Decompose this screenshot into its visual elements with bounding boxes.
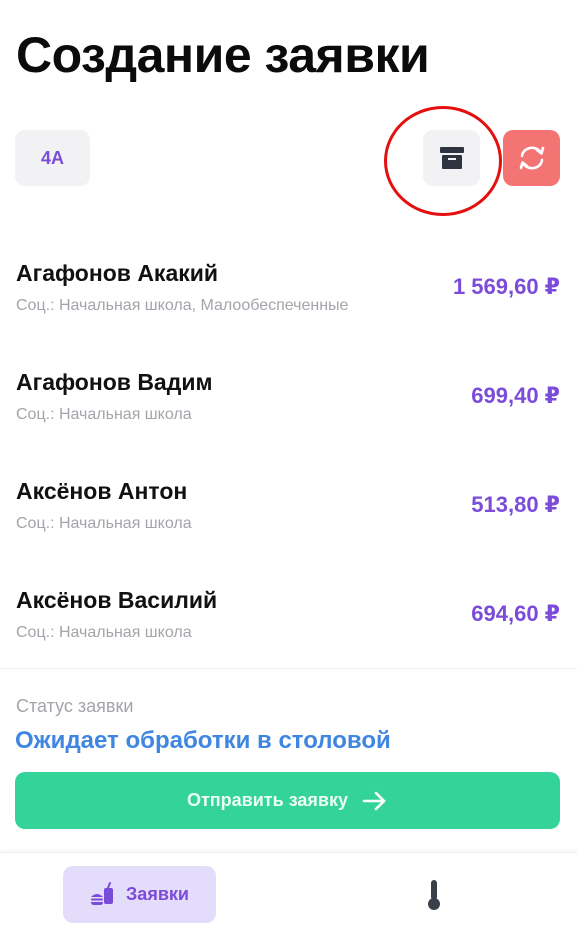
nav-thermometer-tab[interactable]	[422, 877, 446, 913]
food-drink-icon	[91, 881, 114, 905]
refresh-icon	[519, 146, 544, 170]
divider	[0, 668, 577, 669]
archive-box-icon	[439, 147, 464, 169]
page-title: Создание заявки	[16, 27, 430, 83]
student-amount: 513,80 ₽	[471, 492, 560, 517]
list-item[interactable]: Агафонов Вадим Соц.: Начальная школа 699…	[0, 361, 577, 470]
class-selector-button[interactable]: 4А	[15, 130, 90, 186]
arrow-right-icon	[362, 791, 386, 810]
bottom-nav: Заявки	[0, 852, 577, 929]
submit-label: Отправить заявку	[186, 790, 348, 810]
archive-button[interactable]	[423, 130, 480, 186]
student-name: Агафонов Акакий	[16, 260, 219, 286]
student-amount: 699,40 ₽	[471, 383, 560, 408]
nav-orders-tab[interactable]: Заявки	[63, 866, 216, 923]
student-category: Соц.: Начальная школа, Малообеспеченные	[16, 297, 349, 314]
list-item[interactable]: Аксёнов Василий Соц.: Начальная школа 69…	[0, 579, 577, 688]
status-value: Ожидает обработки в столовой	[15, 727, 391, 754]
student-name: Аксёнов Василий	[16, 587, 218, 613]
student-category: Соц.: Начальная школа	[16, 624, 192, 641]
student-category: Соц.: Начальная школа	[16, 406, 192, 423]
nav-orders-label: Заявки	[126, 884, 189, 904]
student-amount: 1 569,60 ₽	[452, 274, 560, 299]
refresh-button[interactable]	[503, 130, 560, 186]
student-amount: 694,60 ₽	[471, 601, 560, 626]
student-name: Агафонов Вадим	[16, 369, 213, 395]
list-item[interactable]: Агафонов Акакий Соц.: Начальная школа, М…	[0, 252, 577, 361]
student-category: Соц.: Начальная школа	[16, 515, 192, 532]
list-item[interactable]: Аксёнов Антон Соц.: Начальная школа 513,…	[0, 470, 577, 579]
student-list: Агафонов Акакий Соц.: Начальная школа, М…	[0, 252, 577, 688]
status-label: Статус заявки	[16, 696, 134, 716]
thermometer-icon	[428, 880, 440, 910]
submit-order-button[interactable]: Отправить заявку	[15, 772, 560, 829]
student-name: Аксёнов Антон	[16, 478, 188, 504]
